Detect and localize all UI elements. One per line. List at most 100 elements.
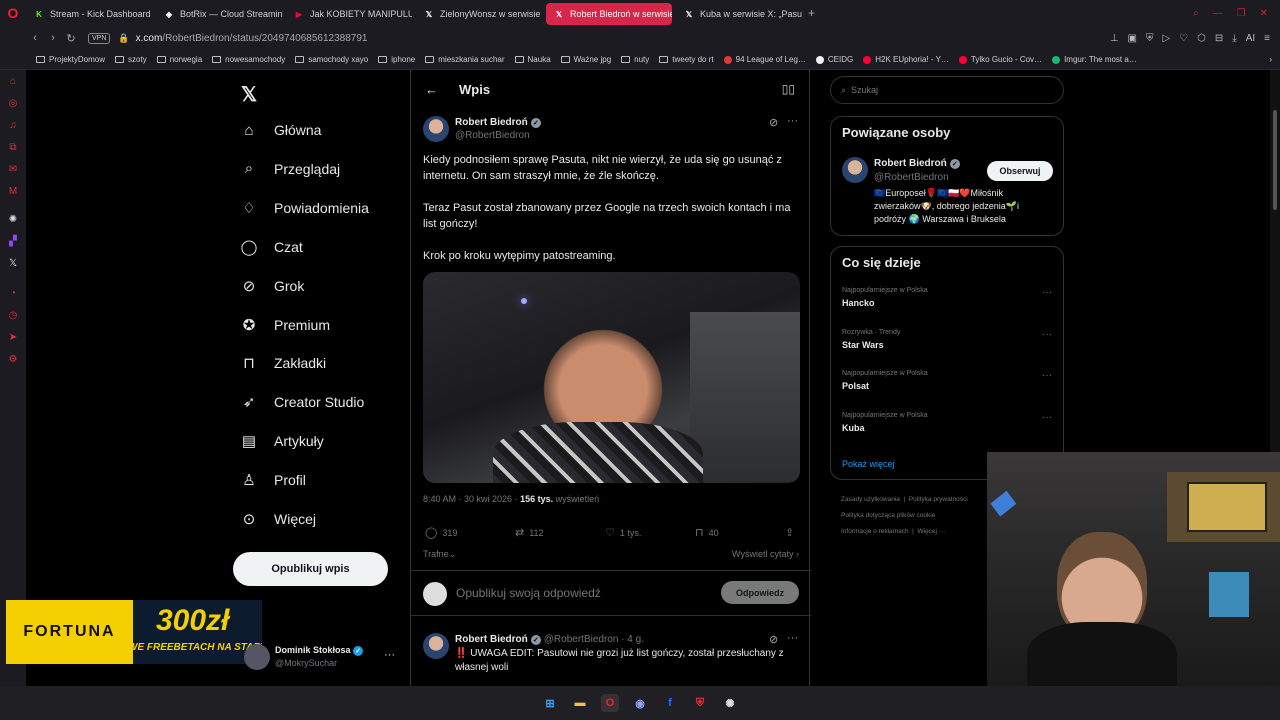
sidebar-music-icon[interactable]: ♫ [0,114,26,136]
vpn-badge[interactable]: VPN [88,32,111,44]
sidebar-home-icon[interactable]: ⌂ [0,70,26,92]
nav-item[interactable]: ▤ Artykuły [240,428,324,454]
chatgpt-taskbar-icon[interactable]: ✺ [721,694,739,712]
nav-item[interactable]: ♢ Powiadomienia [240,195,369,221]
show-more-link[interactable]: Pokaż więcej [842,459,895,469]
nav-item[interactable]: ⊘ Grok [240,273,305,299]
author-name[interactable]: Robert Biedroń ✓ [455,117,541,128]
browser-tab[interactable]: 𝕏 Robert Biedroń w serwisie [546,3,672,25]
sidebar-chatgpt-icon[interactable]: ✺ [0,208,26,230]
heart-icon[interactable]: ♡ [1179,33,1188,44]
post-timestamp[interactable]: 8:40 AM · 30 kwi 2026 · [423,494,520,504]
account-more-icon[interactable]: ··· [384,649,395,661]
bookmark-item[interactable]: H2K EUphoria! - Y… [863,55,949,64]
trend-item[interactable]: Najpopularniejsze w Polska Hancko ··· [842,287,1052,308]
windows-start-icon[interactable]: ⊞ [541,694,559,712]
maximize-button[interactable]: ❐ [1237,8,1246,19]
facebook-icon[interactable]: f [661,694,679,712]
bookmark-item[interactable]: Ważne jpg [560,55,611,64]
bookmark-item[interactable]: mieszkania suchar [425,55,505,64]
sidebar-mail-icon[interactable]: M [0,180,26,202]
browser-tab[interactable]: ▶ Jak KOBIETY MANIPULU… [286,3,412,25]
minimize-button[interactable]: — [1213,8,1223,19]
search-tabs-icon[interactable]: ⌕ [1193,8,1199,19]
bookmark-item[interactable]: Imgur: The most a… [1052,55,1137,64]
bookmark-item[interactable]: nuty [621,55,649,64]
opera-taskbar-icon[interactable]: O [601,694,619,712]
bookmark-item[interactable]: nowesamochody [212,55,285,64]
bookmark-item[interactable]: iphone [378,55,415,64]
nav-item[interactable]: ♙ Profil [240,467,306,493]
browser-tab[interactable]: 𝕏 ZielonyWonsz w serwisie [416,3,542,25]
x-logo-icon[interactable]: 𝕏 [241,82,257,107]
nav-item[interactable]: ⊙ Więcej [240,506,316,532]
back-arrow-icon[interactable]: ← [425,82,438,97]
reply-input[interactable]: Opublikuj swoją odpowiedź [456,586,601,600]
related-handle[interactable]: @RobertBiedron [874,172,949,183]
bookmark-item[interactable]: Tylko Gucio - Cov… [958,55,1042,64]
wallet-icon[interactable]: ⊟ [1215,33,1223,44]
post-button[interactable]: Opublikuj wpis [233,552,388,586]
share-action[interactable]: ⇪ [785,526,794,539]
reply-button[interactable]: Odpowiedz [721,581,799,604]
sidebar-chat-icon[interactable]: ◎ [0,92,26,114]
nav-item[interactable]: ⊓ Zakładki [240,350,326,376]
url-field[interactable]: x.com/RobertBiedron/status/2049740685612… [136,33,368,44]
grok-icon[interactable]: ⊘ [769,633,778,646]
nav-item[interactable]: ⌂ Główna [240,117,321,143]
bookmark-item[interactable]: tweety do rt [659,55,714,64]
author-handle[interactable]: @RobertBiedron [455,130,530,141]
bookmark-item[interactable]: Nauka [514,55,551,64]
file-explorer-icon[interactable]: ▬ [571,694,589,712]
trend-more-icon[interactable]: ··· [1042,329,1052,340]
reply-more-icon[interactable]: ··· [787,632,798,644]
sidebar-x-icon[interactable]: 𝕏 [0,252,26,274]
back-icon[interactable]: ‹ [26,32,44,44]
bookmarks-overflow-icon[interactable]: › [1269,55,1280,64]
footer-link[interactable]: Polityka dotycząca plików cookie [841,512,935,519]
sidebar-twitch-icon[interactable]: ▞ [0,230,26,252]
reader-mode-icon[interactable]: ▯▯ [782,82,795,96]
nav-item[interactable]: ◯ Czat [240,234,303,260]
bookmark-action[interactable]: ⊓ 40 [695,526,719,539]
play-icon[interactable]: ▷ [1162,33,1170,44]
account-switcher[interactable]: Dominik Stokłosa ✓ @MokrySuchar ··· [244,644,404,670]
grok-icon[interactable]: ⊘ [769,116,778,129]
view-quotes-link[interactable]: Wyświetl cytaty › [732,549,799,559]
shield-icon[interactable]: ⛨ [1146,33,1154,44]
footer-link[interactable]: Informacje o reklamach [841,528,909,535]
menu-icon[interactable]: ≡ [1264,33,1270,44]
footer-link[interactable]: Polityka prywatności [909,496,968,503]
browser-tab[interactable]: 𝕏 Kuba w serwisie X: „Pasut [676,3,802,25]
reload-icon[interactable]: ↻ [62,32,80,45]
sidebar-send-icon[interactable]: ➤ [0,326,26,348]
browser-tab[interactable]: ◈ BotRix — Cloud Streaming [156,3,282,25]
related-name[interactable]: Robert Biedroń ✓ [874,158,960,169]
nav-item[interactable]: ✪ Premium [240,312,330,338]
nav-item[interactable]: ⌕ Przeglądaj [240,156,340,182]
related-avatar[interactable] [842,157,868,183]
author-avatar[interactable] [423,116,449,142]
reply-author[interactable]: Robert Biedroń ✓ @RobertBiedron · 4 g. [455,634,644,645]
repost-action[interactable]: ⇄ 112 [515,526,544,539]
sidebar-games-icon[interactable]: ⧉ [0,136,26,158]
close-window-button[interactable]: ✕ [1260,8,1268,19]
bookmark-item[interactable]: CEIDG [815,55,853,64]
scrollbar-thumb[interactable] [1273,110,1277,210]
bookmark-item[interactable]: szoty [115,55,147,64]
snapshot-icon[interactable]: ▣ [1128,33,1137,44]
post-more-icon[interactable]: ··· [787,115,798,127]
trend-item[interactable]: Najpopularniejsze w Polska Kuba ··· [842,412,1052,433]
forward-icon[interactable]: › [44,32,62,44]
search-input[interactable]: ⌕ Szukaj [830,76,1064,104]
like-action[interactable]: ♡ 1 tys. [605,526,641,539]
nav-item[interactable]: ➶ Creator Studio [240,389,365,415]
download-icon[interactable]: ⤓ [1232,33,1236,44]
sort-dropdown[interactable]: Trafne⌄ [423,549,456,559]
footer-link[interactable]: Zasady użytkowania [841,496,900,503]
extensions-icon[interactable]: ⬡ [1197,33,1206,44]
opera-logo-icon[interactable]: O [0,0,26,26]
new-tab-button[interactable]: + [802,6,821,20]
trend-more-icon[interactable]: ··· [1042,370,1052,381]
discord-icon[interactable]: ◉ [631,694,649,712]
